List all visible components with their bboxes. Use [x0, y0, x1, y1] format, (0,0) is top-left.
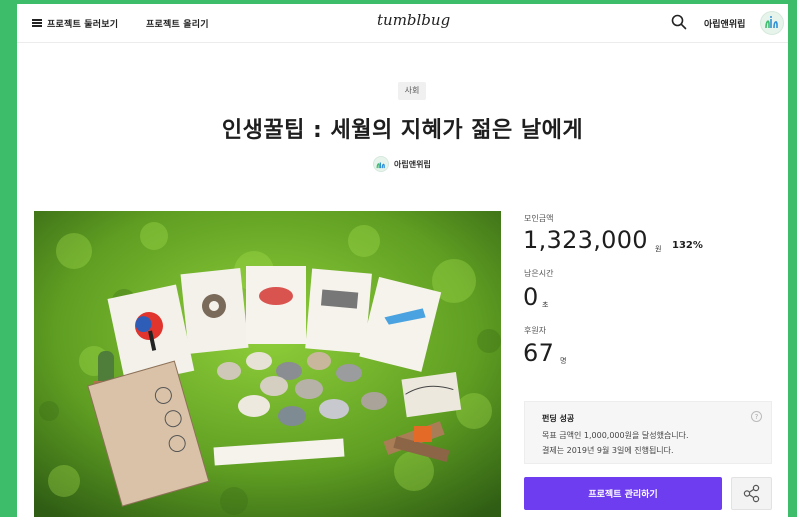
- creator-avatar: [373, 156, 389, 172]
- tumblbug-logo[interactable]: tumblbug: [377, 11, 450, 29]
- creator-logo-icon: [376, 162, 385, 169]
- backers-label: 후원자: [524, 326, 547, 335]
- time-left-unit: 초: [542, 301, 549, 309]
- share-button[interactable]: [731, 477, 772, 510]
- time-left-value: 0: [523, 283, 539, 311]
- browse-projects-label: 프로젝트 둘러보기: [47, 19, 119, 30]
- creator-name: 아립앤위립: [394, 159, 431, 169]
- raised-amount-label: 모인금액: [524, 214, 554, 223]
- raised-amount-unit: 원: [655, 245, 662, 253]
- top-navigation: 프로젝트 둘러보기 프로젝트 올리기 tumblbug 아립앤위립: [17, 4, 788, 43]
- browse-projects-link[interactable]: 프로젝트 둘러보기: [32, 15, 118, 31]
- backers-unit: 명: [560, 357, 567, 365]
- menu-icon: [32, 19, 42, 27]
- upload-project-link[interactable]: 프로젝트 올리기: [146, 17, 209, 30]
- funding-status-box: 펀딩 성공 ? 목표 금액인 1,000,000원을 달성했습니다. 결제는 2…: [524, 401, 772, 464]
- search-icon[interactable]: [671, 14, 687, 30]
- user-name[interactable]: 아립앤위립: [704, 17, 745, 30]
- funding-percent: 132%: [672, 240, 703, 251]
- project-image: [34, 211, 501, 517]
- funding-status-title: 펀딩 성공: [542, 414, 575, 423]
- creator-link[interactable]: 아립앤위립: [373, 155, 431, 173]
- help-icon[interactable]: ?: [751, 411, 762, 422]
- avatar-logo-icon: [765, 16, 778, 29]
- category-badge[interactable]: 사회: [398, 82, 426, 100]
- time-left-label: 남은시간: [524, 269, 554, 278]
- funding-goal-message: 목표 금액인 1,000,000원을 달성했습니다.: [542, 431, 689, 440]
- raised-amount-value: 1,323,000: [523, 226, 648, 254]
- avatar[interactable]: [760, 11, 784, 35]
- backers-value: 67: [523, 339, 555, 367]
- page-frame: 프로젝트 둘러보기 프로젝트 올리기 tumblbug 아립앤위립 사회 인생꿀…: [17, 4, 788, 517]
- payment-date-message: 결제는 2019년 9월 3일에 진행됩니다.: [542, 446, 674, 455]
- manage-project-button[interactable]: 프로젝트 관리하기: [524, 477, 722, 510]
- share-icon: [743, 484, 760, 503]
- project-title: 인생꿀팁 : 세월의 지혜가 젊은 날에게: [221, 118, 584, 143]
